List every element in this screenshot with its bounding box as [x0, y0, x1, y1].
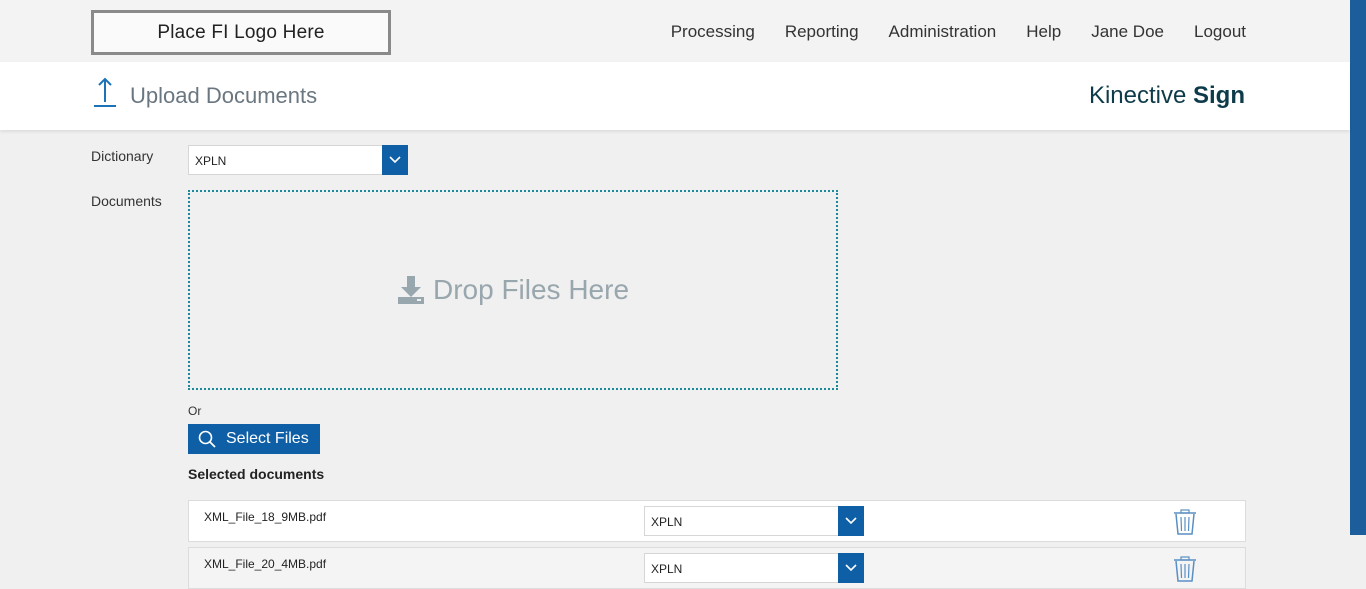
search-icon — [198, 430, 216, 448]
nav-help[interactable]: Help — [1026, 22, 1061, 42]
top-bar: Place FI Logo Here Processing Reporting … — [0, 0, 1350, 62]
document-row: XML_File_18_9MB.pdf XPLN — [188, 500, 1246, 542]
nav-administration[interactable]: Administration — [889, 22, 997, 42]
trash-icon[interactable] — [1173, 556, 1197, 582]
document-dictionary-select[interactable]: XPLN — [644, 553, 864, 583]
upload-arrow-icon — [94, 77, 116, 107]
selected-documents-title: Selected documents — [188, 466, 325, 482]
document-name: XML_File_20_4MB.pdf — [204, 557, 327, 571]
nav-processing[interactable]: Processing — [671, 22, 755, 42]
logo-text: Place FI Logo Here — [157, 21, 325, 43]
document-dictionary-value: XPLN — [651, 515, 683, 529]
nav-reporting[interactable]: Reporting — [785, 22, 859, 42]
dictionary-dropdown-button[interactable] — [382, 145, 408, 175]
documents-label: Documents — [91, 193, 162, 209]
select-files-button[interactable]: Select Files — [188, 424, 320, 454]
document-dropdown-button[interactable] — [838, 506, 864, 536]
document-row: XML_File_20_4MB.pdf XPLN — [188, 547, 1246, 589]
dictionary-select[interactable]: XPLN — [188, 145, 408, 175]
document-dictionary-select[interactable]: XPLN — [644, 506, 864, 536]
scrollbar-track[interactable] — [1350, 0, 1366, 589]
dictionary-label: Dictionary — [91, 148, 154, 164]
chevron-down-icon — [845, 564, 857, 572]
chevron-down-icon — [845, 517, 857, 525]
page-header: Upload Documents Kinective Sign — [0, 62, 1350, 130]
download-tray-icon — [397, 276, 424, 304]
document-dictionary-value: XPLN — [651, 562, 683, 576]
scrollbar-thumb[interactable] — [1350, 0, 1366, 535]
or-text: Or — [188, 404, 202, 418]
select-files-label: Select Files — [226, 430, 309, 447]
brand-name-bold: Sign — [1193, 82, 1245, 109]
chevron-down-icon — [389, 156, 401, 164]
trash-icon[interactable] — [1173, 509, 1197, 535]
nav-logout[interactable]: Logout — [1194, 22, 1246, 42]
dictionary-select-value: XPLN — [195, 154, 227, 168]
drop-zone-text: Drop Files Here — [432, 274, 630, 305]
page-title: Upload Documents — [130, 83, 318, 108]
document-dropdown-button[interactable] — [838, 553, 864, 583]
document-name: XML_File_18_9MB.pdf — [204, 510, 327, 524]
nav-user[interactable]: Jane Doe — [1091, 22, 1164, 42]
brand-logo: Kinective Sign — [1089, 82, 1245, 110]
main-nav: Processing Reporting Administration Help… — [671, 22, 1246, 42]
brand-name-light: Kinective — [1088, 82, 1187, 109]
drop-zone-content: Drop Files Here — [397, 274, 629, 306]
file-drop-zone[interactable]: Drop Files Here — [188, 190, 838, 390]
logo-placeholder[interactable]: Place FI Logo Here — [91, 10, 391, 55]
